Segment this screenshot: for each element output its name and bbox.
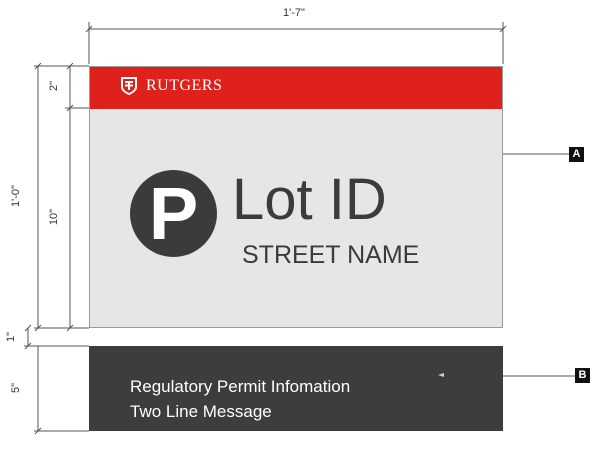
overall-width-label: 1'-7" xyxy=(283,7,305,19)
message-line-2: Two Line Message xyxy=(130,402,272,421)
parking-icon: P xyxy=(130,170,217,257)
overall-height-label: 1'-0" xyxy=(10,185,22,207)
panel-b-height-label: 5" xyxy=(10,382,22,394)
brand-wordmark: RUTGERS xyxy=(146,77,223,94)
sign-header-bar: RUTGERS xyxy=(90,67,502,109)
parking-symbol: P xyxy=(148,172,199,255)
sign-panel-a: RUTGERS P Lot ID STREET NAME xyxy=(89,66,503,328)
arrow-marker-icon xyxy=(438,373,444,377)
lot-id-text: Lot ID xyxy=(232,167,387,232)
callout-a: A xyxy=(569,147,584,162)
callout-b: B xyxy=(575,368,590,383)
street-name-text: STREET NAME xyxy=(242,241,420,269)
header-height-label: 2" xyxy=(48,80,60,92)
rutgers-shield-icon xyxy=(121,77,137,95)
message-line-1: Regulatory Permit Infomation xyxy=(130,377,351,396)
gap-height-label: 1" xyxy=(5,331,17,343)
sign-panel-b: Regulatory Permit Infomation Two Line Me… xyxy=(89,346,503,431)
body-height-label: 10" xyxy=(48,208,60,226)
